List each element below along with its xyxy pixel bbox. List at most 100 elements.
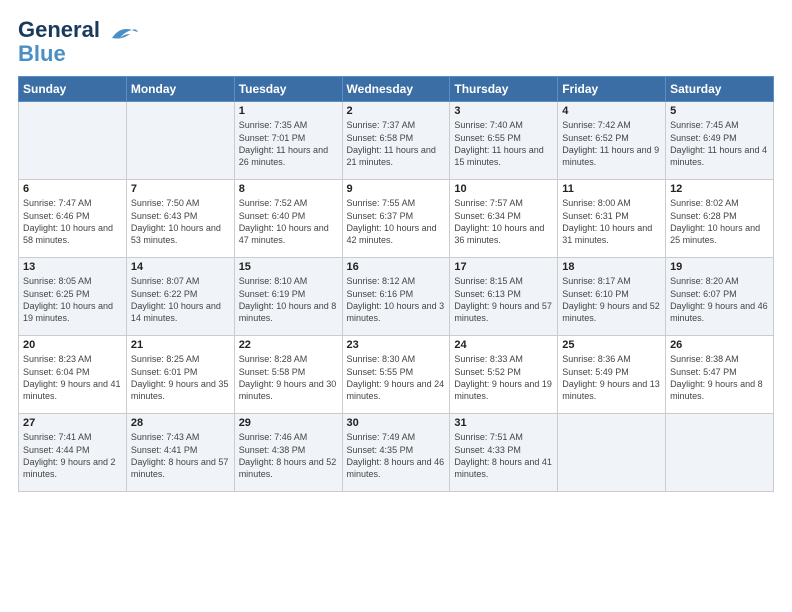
calendar-cell: 23 Sunrise: 8:30 AMSunset: 5:55 PMDayligh… — [342, 336, 450, 414]
logo: General Blue — [18, 18, 138, 66]
calendar-cell: 20Sunrise: 8:23 AMSunset: 6:04 PMDayligh… — [19, 336, 127, 414]
calendar-cell: 16Sunrise: 8:12 AMSunset: 6:16 PMDayligh… — [342, 258, 450, 336]
weekday-header-friday: Friday — [558, 77, 666, 102]
cell-content: Sunrise: 7:40 AMSunset: 6:55 PMDaylight:… — [454, 119, 553, 168]
cell-content: Sunrise: 8:33 AMSunset: 5:52 PMDaylight:… — [454, 353, 553, 402]
cell-content: Sunrise: 7:50 AMSunset: 6:43 PMDaylight:… — [131, 197, 230, 246]
cell-content: Sunrise: 8:15 AMSunset: 6:13 PMDaylight:… — [454, 275, 553, 324]
calendar-cell: 29 Sunrise: 7:46 AMSunset: 4:38 PMDayligh… — [234, 414, 342, 492]
calendar-cell: 7 Sunrise: 7:50 AMSunset: 6:43 PMDaylight… — [126, 180, 234, 258]
cell-content: Sunrise: 8:00 AMSunset: 6:31 PMDaylight:… — [562, 197, 661, 246]
cell-content: Sunrise: 8:28 AMSunset: 5:58 PMDaylight:… — [239, 353, 338, 402]
weekday-header-row: SundayMondayTuesdayWednesdayThursdayFrid… — [19, 77, 774, 102]
cell-content: Sunrise: 7:45 AMSunset: 6:49 PMDaylight:… — [670, 119, 769, 168]
day-number: 19 — [670, 261, 769, 273]
day-number: 20 — [23, 339, 122, 351]
calendar-cell: 11 Sunrise: 8:00 AMSunset: 6:31 PMDayligh… — [558, 180, 666, 258]
cell-content: Sunrise: 7:42 AMSunset: 6:52 PMDaylight:… — [562, 119, 661, 168]
day-number: 9 — [347, 183, 446, 195]
calendar-cell — [558, 414, 666, 492]
cell-content: Sunrise: 8:30 AMSunset: 5:55 PMDaylight:… — [347, 353, 446, 402]
cell-content: Sunrise: 7:37 AMSunset: 6:58 PMDaylight:… — [347, 119, 446, 168]
cell-content: Sunrise: 7:43 AMSunset: 4:41 PMDaylight:… — [131, 431, 230, 480]
calendar-cell — [126, 102, 234, 180]
day-number: 4 — [562, 105, 661, 117]
cell-content: Sunrise: 8:02 AMSunset: 6:28 PMDaylight:… — [670, 197, 769, 246]
calendar-cell: 12 Sunrise: 8:02 AMSunset: 6:28 PMDayligh… — [666, 180, 774, 258]
calendar-cell: 1Sunrise: 7:35 AMSunset: 7:01 PMDaylight… — [234, 102, 342, 180]
day-number: 8 — [239, 183, 338, 195]
calendar-cell: 25 Sunrise: 8:36 AMSunset: 5:49 PMDayligh… — [558, 336, 666, 414]
calendar-row: 20Sunrise: 8:23 AMSunset: 6:04 PMDayligh… — [19, 336, 774, 414]
day-number: 7 — [131, 183, 230, 195]
weekday-header-monday: Monday — [126, 77, 234, 102]
calendar-row: 1Sunrise: 7:35 AMSunset: 7:01 PMDaylight… — [19, 102, 774, 180]
calendar-cell — [666, 414, 774, 492]
calendar-row: 27 Sunrise: 7:41 AMSunset: 4:44 PMDayligh… — [19, 414, 774, 492]
calendar-cell: 10Sunrise: 7:57 AMSunset: 6:34 PMDayligh… — [450, 180, 558, 258]
calendar-cell: 2 Sunrise: 7:37 AMSunset: 6:58 PMDaylight… — [342, 102, 450, 180]
calendar-cell: 5Sunrise: 7:45 AMSunset: 6:49 PMDaylight… — [666, 102, 774, 180]
header: General Blue — [18, 18, 774, 66]
day-number: 29 — [239, 417, 338, 429]
calendar-cell: 21 Sunrise: 8:25 AMSunset: 6:01 PMDayligh… — [126, 336, 234, 414]
day-number: 23 — [347, 339, 446, 351]
day-number: 22 — [239, 339, 338, 351]
cell-content: Sunrise: 8:05 AMSunset: 6:25 PMDaylight:… — [23, 275, 122, 324]
day-number: 12 — [670, 183, 769, 195]
weekday-header-thursday: Thursday — [450, 77, 558, 102]
day-number: 25 — [562, 339, 661, 351]
calendar-cell: 8 Sunrise: 7:52 AMSunset: 6:40 PMDaylight… — [234, 180, 342, 258]
cell-content: Sunrise: 8:07 AMSunset: 6:22 PMDaylight:… — [131, 275, 230, 324]
calendar-cell — [19, 102, 127, 180]
day-number: 17 — [454, 261, 553, 273]
calendar-cell: 26 Sunrise: 8:38 AMSunset: 5:47 PMDayligh… — [666, 336, 774, 414]
day-number: 2 — [347, 105, 446, 117]
calendar-row: 6Sunrise: 7:47 AMSunset: 6:46 PMDaylight… — [19, 180, 774, 258]
cell-content: Sunrise: 7:55 AMSunset: 6:37 PMDaylight:… — [347, 197, 446, 246]
day-number: 30 — [347, 417, 446, 429]
calendar-cell: 30 Sunrise: 7:49 AMSunset: 4:35 PMDayligh… — [342, 414, 450, 492]
cell-content: Sunrise: 7:46 AMSunset: 4:38 PMDaylight:… — [239, 431, 338, 480]
cell-content: Sunrise: 8:25 AMSunset: 6:01 PMDaylight:… — [131, 353, 230, 402]
calendar-cell: 22 Sunrise: 8:28 AMSunset: 5:58 PMDayligh… — [234, 336, 342, 414]
calendar-cell: 28 Sunrise: 7:43 AMSunset: 4:41 PMDayligh… — [126, 414, 234, 492]
calendar-cell: 24 Sunrise: 8:33 AMSunset: 5:52 PMDayligh… — [450, 336, 558, 414]
cell-content: Sunrise: 7:47 AMSunset: 6:46 PMDaylight:… — [23, 197, 122, 246]
calendar-table: SundayMondayTuesdayWednesdayThursdayFrid… — [18, 76, 774, 492]
cell-content: Sunrise: 7:49 AMSunset: 4:35 PMDaylight:… — [347, 431, 446, 480]
weekday-header-tuesday: Tuesday — [234, 77, 342, 102]
cell-content: Sunrise: 8:10 AMSunset: 6:19 PMDaylight:… — [239, 275, 338, 324]
day-number: 24 — [454, 339, 553, 351]
calendar-cell: 31 Sunrise: 7:51 AMSunset: 4:33 PMDayligh… — [450, 414, 558, 492]
calendar-page: General Blue SundayMondayTuesdayWednesda… — [0, 0, 792, 502]
day-number: 13 — [23, 261, 122, 273]
day-number: 14 — [131, 261, 230, 273]
calendar-cell: 17 Sunrise: 8:15 AMSunset: 6:13 PMDayligh… — [450, 258, 558, 336]
cell-content: Sunrise: 7:41 AMSunset: 4:44 PMDaylight:… — [23, 431, 122, 480]
day-number: 21 — [131, 339, 230, 351]
day-number: 31 — [454, 417, 553, 429]
day-number: 26 — [670, 339, 769, 351]
calendar-cell: 4 Sunrise: 7:42 AMSunset: 6:52 PMDaylight… — [558, 102, 666, 180]
logo-bird-icon — [102, 24, 138, 51]
cell-content: Sunrise: 7:35 AMSunset: 7:01 PMDaylight:… — [239, 119, 338, 168]
weekday-header-saturday: Saturday — [666, 77, 774, 102]
cell-content: Sunrise: 7:57 AMSunset: 6:34 PMDaylight:… — [454, 197, 553, 246]
cell-content: Sunrise: 7:51 AMSunset: 4:33 PMDaylight:… — [454, 431, 553, 480]
cell-content: Sunrise: 8:20 AMSunset: 6:07 PMDaylight:… — [670, 275, 769, 324]
calendar-cell: 15 Sunrise: 8:10 AMSunset: 6:19 PMDayligh… — [234, 258, 342, 336]
calendar-cell: 18Sunrise: 8:17 AMSunset: 6:10 PMDayligh… — [558, 258, 666, 336]
day-number: 15 — [239, 261, 338, 273]
day-number: 27 — [23, 417, 122, 429]
cell-content: Sunrise: 8:36 AMSunset: 5:49 PMDaylight:… — [562, 353, 661, 402]
calendar-row: 13 Sunrise: 8:05 AMSunset: 6:25 PMDayligh… — [19, 258, 774, 336]
calendar-cell: 9 Sunrise: 7:55 AMSunset: 6:37 PMDaylight… — [342, 180, 450, 258]
cell-content: Sunrise: 8:38 AMSunset: 5:47 PMDaylight:… — [670, 353, 769, 402]
day-number: 11 — [562, 183, 661, 195]
calendar-cell: 6Sunrise: 7:47 AMSunset: 6:46 PMDaylight… — [19, 180, 127, 258]
weekday-header-sunday: Sunday — [19, 77, 127, 102]
calendar-cell: 14 Sunrise: 8:07 AMSunset: 6:22 PMDayligh… — [126, 258, 234, 336]
cell-content: Sunrise: 7:52 AMSunset: 6:40 PMDaylight:… — [239, 197, 338, 246]
day-number: 28 — [131, 417, 230, 429]
